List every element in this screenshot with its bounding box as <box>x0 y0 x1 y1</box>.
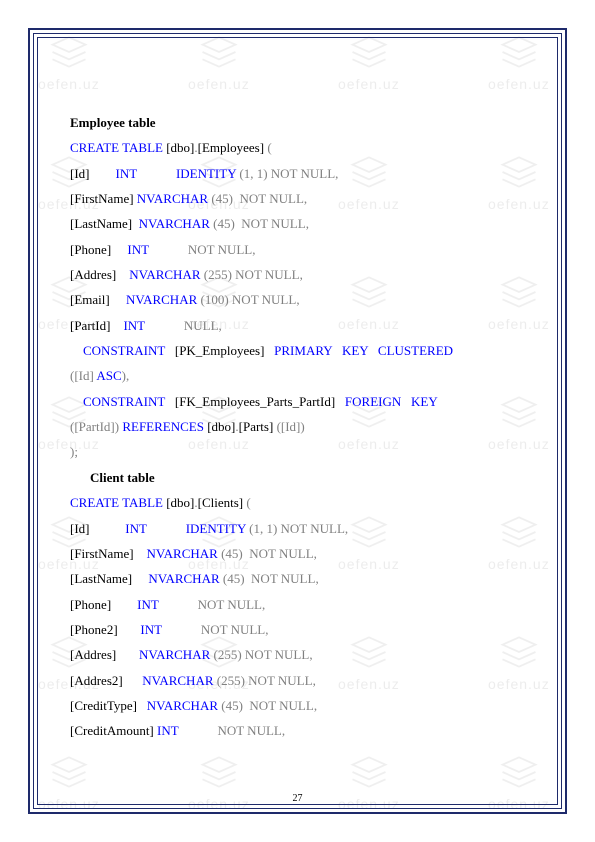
sql-line: [Id] INT IDENTITY (1, 1) NOT NULL, <box>70 516 527 541</box>
document-body: Employee table CREATE TABLE [dbo].[Emplo… <box>70 110 527 792</box>
sql-line: [CreditAmount] INT NOT NULL, <box>70 718 527 743</box>
page-number: 27 <box>0 793 595 804</box>
sql-line: [LastName] NVARCHAR (45) NOT NULL, <box>70 566 527 591</box>
sql-line: [CreditType] NVARCHAR (45) NOT NULL, <box>70 693 527 718</box>
sql-line: [FirstName] NVARCHAR (45) NOT NULL, <box>70 541 527 566</box>
sql-line: ); <box>70 439 527 464</box>
sql-line: [Email] NVARCHAR (100) NOT NULL, <box>70 287 527 312</box>
sql-line: CREATE TABLE [dbo].[Employees] ( <box>70 135 527 160</box>
sql-line: ([PartId]) REFERENCES [dbo].[Parts] ([Id… <box>70 414 527 439</box>
sql-line: CONSTRAINT [PK_Employees] PRIMARY KEY CL… <box>70 338 527 363</box>
sql-line: [Phone] INT NOT NULL, <box>70 237 527 262</box>
sql-line: [Id] INT IDENTITY (1, 1) NOT NULL, <box>70 161 527 186</box>
sql-line: [FirstName] NVARCHAR (45) NOT NULL, <box>70 186 527 211</box>
sql-line: [Phone2] INT NOT NULL, <box>70 617 527 642</box>
sql-line: [Addres] NVARCHAR (255) NOT NULL, <box>70 262 527 287</box>
sql-line: [LastName] NVARCHAR (45) NOT NULL, <box>70 211 527 236</box>
sql-line: [PartId] INT NULL, <box>70 313 527 338</box>
sql-line: [Phone] INT NOT NULL, <box>70 592 527 617</box>
sql-line: ([Id] ASC), <box>70 363 527 388</box>
heading-employee: Employee table <box>70 110 527 135</box>
sql-line: [Addres2] NVARCHAR (255) NOT NULL, <box>70 668 527 693</box>
heading-client: Client table <box>90 465 527 490</box>
sql-line: CREATE TABLE [dbo].[Clients] ( <box>70 490 527 515</box>
sql-line: CONSTRAINT [FK_Employees_Parts_PartId] F… <box>70 389 527 414</box>
sql-line: [Addres] NVARCHAR (255) NOT NULL, <box>70 642 527 667</box>
